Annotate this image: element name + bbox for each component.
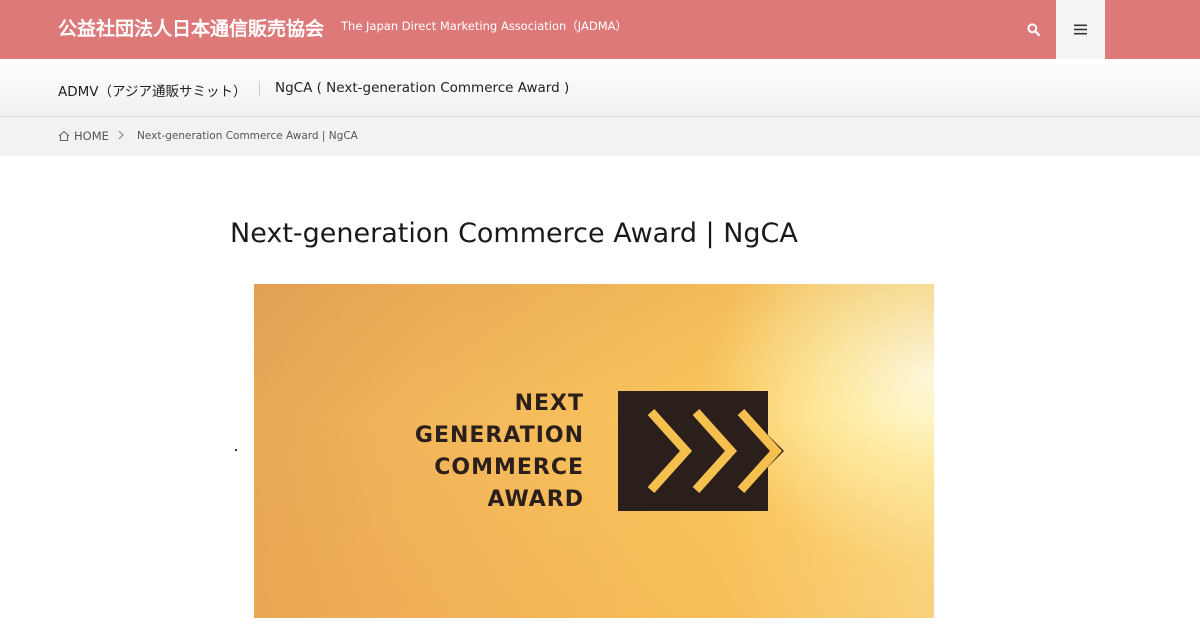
site-subtitle: The Japan Direct Marketing Association（J… [341,19,628,33]
stray-dot [235,449,237,451]
banner-shade [254,284,934,618]
site-header: 公益社団法人日本通信販売協会 The Japan Direct Marketin… [0,0,1200,59]
global-nav: ADMV（アジア通販サミット） NgCA ( Next-generation C… [0,59,1200,117]
page-title: Next-generation Commerce Award | NgCA [230,218,798,249]
breadcrumb-home-link[interactable]: HOME [58,129,109,143]
breadcrumb-home-label: HOME [74,129,109,143]
home-icon [58,130,70,142]
award-banner-image: NEXT GENERATION COMMERCE AWARD [254,284,934,618]
breadcrumb: HOME Next-generation Commerce Award | Ng… [0,117,1200,156]
hamburger-menu-icon [1074,24,1087,35]
nav-divider [259,81,260,96]
nav-item-admv[interactable]: ADMV（アジア通販サミット） [58,80,246,100]
logo-line-next: NEXT [514,391,584,416]
breadcrumb-current: Next-generation Commerce Award | NgCA [137,130,358,142]
logo-line-generation: GENERATION [414,423,584,448]
logo-line-commerce: COMMERCE [434,455,584,480]
logo-line-award: AWARD [487,487,584,512]
search-icon [1026,23,1040,36]
site-title[interactable]: 公益社団法人日本通信販売協会 [58,14,324,41]
search-button[interactable] [1010,0,1056,59]
menu-button[interactable] [1056,0,1105,59]
triple-chevron-arrow-icon [618,391,784,511]
nav-item-ngca[interactable]: NgCA ( Next-generation Commerce Award ) [275,80,569,96]
chevron-right-icon [118,130,124,140]
award-logo-text: NEXT GENERATION COMMERCE AWARD [415,388,584,516]
